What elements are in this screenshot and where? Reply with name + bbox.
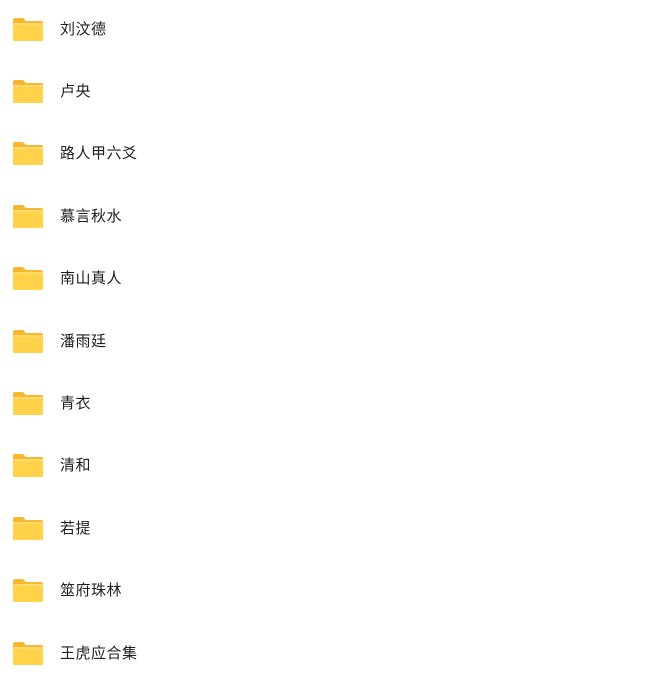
folder-item[interactable]: 慕言秋水 (0, 185, 646, 247)
folder-item[interactable]: 清和 (0, 434, 646, 496)
folder-name: 刘汶德 (60, 20, 107, 38)
folder-icon (13, 80, 43, 103)
folder-name: 卢央 (60, 82, 92, 100)
folder-item[interactable]: 若提 (0, 497, 646, 559)
folder-item[interactable]: 卢央 (0, 60, 646, 122)
folder-name: 筮府珠林 (60, 581, 123, 599)
folder-icon (13, 642, 43, 665)
folder-item[interactable]: 南山真人 (0, 247, 646, 309)
folder-name: 清和 (60, 456, 92, 474)
folder-list: 刘汶德 卢央 路人甲六爻 慕言秋水 南山真人 潘雨廷 青衣 清和 若提 筮府珠林… (0, 0, 646, 679)
folder-name: 慕言秋水 (60, 207, 123, 225)
folder-icon (13, 205, 43, 228)
folder-icon (13, 517, 43, 540)
folder-icon (13, 330, 43, 353)
folder-name: 若提 (60, 519, 92, 537)
folder-item[interactable]: 潘雨廷 (0, 310, 646, 372)
folder-item[interactable]: 青衣 (0, 372, 646, 434)
folder-item[interactable]: 路人甲六爻 (0, 122, 646, 184)
folder-item[interactable]: 刘汶德 (0, 0, 646, 60)
folder-name: 南山真人 (60, 269, 123, 287)
folder-name: 王虎应合集 (60, 644, 138, 662)
folder-icon (13, 579, 43, 602)
folder-icon (13, 392, 43, 415)
folder-item[interactable]: 王虎应合集 (0, 622, 646, 684)
folder-name: 潘雨廷 (60, 332, 107, 350)
folder-name: 青衣 (60, 394, 92, 412)
folder-icon (13, 18, 43, 41)
folder-icon (13, 454, 43, 477)
folder-item[interactable]: 筮府珠林 (0, 559, 646, 621)
folder-icon (13, 142, 43, 165)
folder-icon (13, 267, 43, 290)
folder-name: 路人甲六爻 (60, 144, 138, 162)
